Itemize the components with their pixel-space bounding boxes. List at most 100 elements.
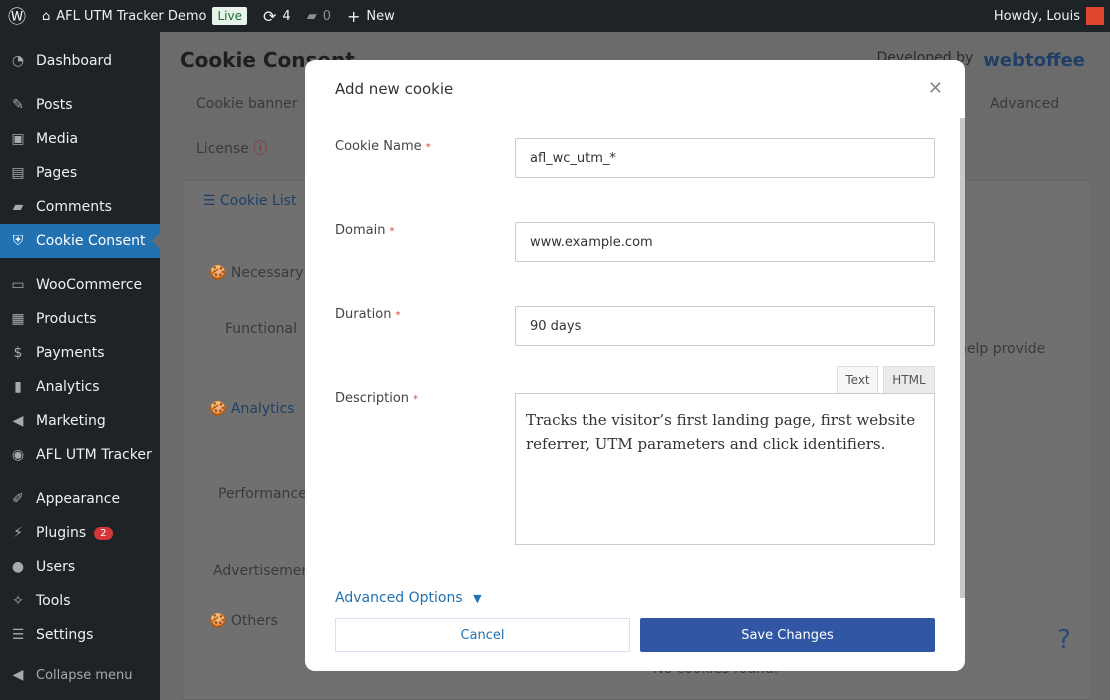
collapse-menu-button[interactable]: ◀ Collapse menu [0, 658, 133, 692]
category-label: Analytics [230, 401, 295, 417]
sidebar-item-tools[interactable]: ✧ Tools [0, 584, 160, 618]
category-performance[interactable]: Performance [218, 486, 307, 502]
label-text: Duration [335, 307, 392, 322]
brush-icon: ✐ [12, 491, 24, 507]
sidebar-item-comments[interactable]: ▰ Comments [0, 190, 160, 224]
category-label: Functional [225, 321, 298, 337]
plus-icon: + [346, 6, 361, 26]
wordpress-logo-icon[interactable]: Ⓦ [0, 0, 34, 32]
category-advertisement[interactable]: Advertisement [213, 563, 316, 579]
sidebar-item-pages[interactable]: ▤ Pages [0, 156, 160, 190]
category-label: Others [230, 613, 278, 629]
sidebar-item-label: Media [36, 131, 79, 147]
category-label: Necessary [230, 265, 304, 281]
user-account-menu[interactable]: Howdy, Louis [994, 7, 1110, 25]
sidebar-item-label: Marketing [36, 413, 106, 429]
sidebar-item-label: Appearance [36, 491, 121, 507]
sidebar-item-afl-utm-tracker[interactable]: ◉ AFL UTM Tracker [0, 438, 160, 472]
sidebar-item-label: AFL UTM Tracker [36, 447, 152, 463]
collapse-label: Collapse menu [36, 667, 133, 683]
sidebar-item-users[interactable]: ● Users [0, 550, 160, 584]
label-text: Description [335, 391, 410, 406]
sidebar-item-label: WooCommerce [36, 277, 143, 293]
editor-tab-text[interactable]: Text [837, 366, 878, 394]
sidebar-item-label: Plugins [36, 525, 87, 541]
dollar-icon: $ [13, 345, 23, 361]
media-icon: ▣ [11, 131, 25, 147]
admin-bar: Ⓦ ⌂ AFL UTM Tracker Demo Live ⟳ 4 ▰ 0 + New H… [0, 0, 1110, 32]
sidebar-item-dashboard[interactable]: ◔ Dashboard [0, 44, 160, 78]
pin-icon: ✎ [12, 97, 24, 113]
label-text: Cookie Name [335, 139, 422, 154]
menu-separator [0, 258, 160, 268]
close-icon[interactable]: ✕ [928, 78, 943, 99]
modal-scrollbar[interactable] [960, 118, 965, 598]
sidebar-item-posts[interactable]: ✎ Posts [0, 88, 160, 122]
sidebar-item-settings[interactable]: ☰ Settings [0, 618, 160, 652]
avatar [1086, 7, 1104, 25]
category-analytics[interactable]: 🍪 Analytics [209, 401, 294, 417]
sidebar-item-cookie-consent[interactable]: ⛨ Cookie Consent [0, 224, 160, 258]
advanced-options-toggle[interactable]: Advanced Options ▼ [335, 590, 482, 606]
sidebar-item-products[interactable]: ▦ Products [0, 302, 160, 336]
tab-license[interactable]: License ⓘ [196, 138, 267, 158]
plug-icon: ⚡ [13, 525, 23, 541]
advanced-options-label: Advanced Options [335, 590, 463, 606]
updates-link[interactable]: ⟳ 4 [255, 0, 299, 32]
caret-down-icon: ▼ [473, 592, 482, 605]
archive-icon: ▦ [11, 311, 25, 327]
sidebar-item-woocommerce[interactable]: ▭ WooCommerce [0, 268, 160, 302]
sidebar-item-label: Analytics [36, 379, 100, 395]
sidebar-item-plugins[interactable]: ⚡ Plugins 2 [0, 516, 160, 550]
save-changes-button[interactable]: Save Changes [640, 618, 935, 652]
site-name: AFL UTM Tracker Demo [56, 8, 207, 24]
comments-link[interactable]: ▰ 0 [299, 0, 339, 32]
home-icon: ⌂ [42, 8, 51, 24]
category-label: Advertisement [213, 563, 316, 579]
cancel-button[interactable]: Cancel [335, 618, 630, 652]
howdy-text: Howdy, Louis [993, 8, 1080, 24]
user-circle-icon: ◉ [11, 447, 25, 463]
bar-chart-icon: ▮ [14, 379, 22, 395]
tab-cookie-banner[interactable]: Cookie banner [196, 96, 298, 112]
comments-count: 0 [322, 8, 331, 24]
menu-separator [0, 78, 160, 88]
dashboard-icon: ◔ [11, 53, 25, 69]
updates-count: 4 [282, 8, 291, 24]
category-necessary[interactable]: 🍪 Necessary [209, 265, 304, 281]
sidebar-item-appearance[interactable]: ✐ Appearance [0, 482, 160, 516]
domain-input[interactable]: www.example.com [515, 222, 935, 262]
sidebar-item-analytics[interactable]: ▮ Analytics [0, 370, 160, 404]
required-mark: * [395, 310, 401, 321]
category-others[interactable]: 🍪 Others [209, 613, 278, 629]
category-functional[interactable]: Functional [225, 321, 297, 337]
site-name-link[interactable]: ⌂ AFL UTM Tracker Demo Live [34, 0, 255, 32]
sidebar-item-label: Posts [36, 97, 73, 113]
tab-advanced[interactable]: Advanced [990, 96, 1059, 112]
sidebar-item-label: Tools [36, 593, 71, 609]
sidebar-item-media[interactable]: ▣ Media [0, 122, 160, 156]
duration-label: Duration * [335, 307, 400, 322]
sidebar-item-payments[interactable]: $ Payments [0, 336, 160, 370]
comment-icon: ▰ [12, 199, 24, 215]
help-button[interactable]: ? [1040, 616, 1088, 664]
sidebar-item-label: Cookie Consent [36, 233, 146, 249]
plugins-update-badge: 2 [94, 526, 113, 540]
duration-input[interactable]: 90 days [515, 306, 935, 346]
add-cookie-modal: Add new cookie ✕ Cookie Name * afl_wc_utm… [305, 60, 965, 671]
editor-tab-html[interactable]: HTML [883, 366, 935, 394]
sidebar-item-label: Products [36, 311, 97, 327]
description-textarea[interactable]: Tracks the visitor’s first landing page,… [515, 393, 935, 545]
help-text: help provide [958, 341, 1046, 357]
sidebar-item-marketing[interactable]: ◀ Marketing [0, 404, 160, 438]
cookie-name-label: Cookie Name * [335, 139, 431, 154]
domain-label: Domain * [335, 223, 394, 238]
required-mark: * [425, 142, 431, 153]
sidebar-item-label: Users [36, 559, 76, 575]
new-content-link[interactable]: + New [339, 0, 403, 32]
refresh-icon: ⟳ [263, 6, 277, 26]
shield-icon: ⛨ [12, 233, 24, 249]
wrench-icon: ✧ [12, 593, 24, 609]
sidebar-item-label: Dashboard [36, 53, 112, 69]
cookie-name-input[interactable]: afl_wc_utm_* [515, 138, 935, 178]
